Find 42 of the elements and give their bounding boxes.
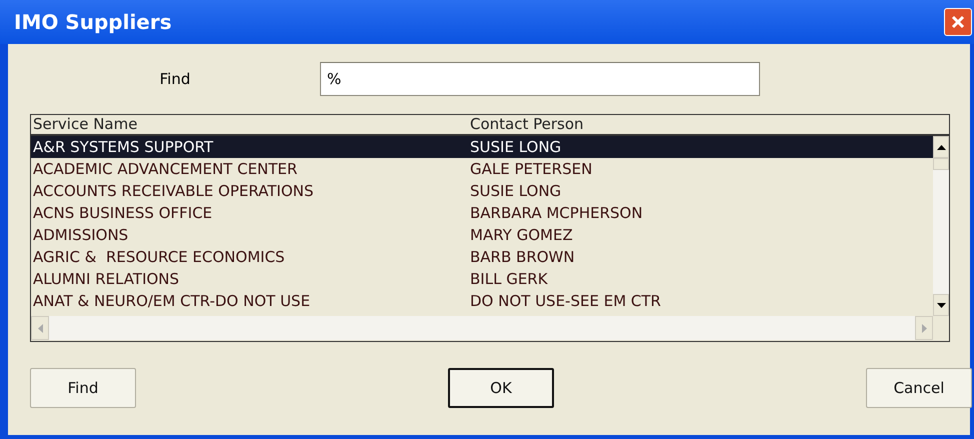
table-cell-text: GALE PETERSEN	[470, 159, 592, 180]
table-cell-text: ACADEMIC ADVANCEMENT CENTER	[32, 159, 298, 180]
list-row[interactable]: ANAT & NEURO/EM CTR-DO NOT USE DO NOT USE-SEE EM CTR	[31, 290, 933, 312]
list-row[interactable]: ACCOUNTS RECEIVABLE OPERATIONS SUSIE LONG	[31, 180, 933, 202]
column-header[interactable]: Service Name	[31, 115, 470, 134]
table-cell-text: MARY GOMEZ	[470, 225, 573, 246]
table-cell-text: ANAT & NEURO/EM CTR-DO NOT USE	[32, 291, 312, 312]
list-row[interactable]: ACADEMIC ADVANCEMENT CENTER GALE PETERSEN	[31, 158, 933, 180]
window-title: IMO Suppliers	[14, 10, 172, 34]
table-cell-text: BARBARA MCPHERSON	[470, 203, 643, 224]
dialog-button[interactable]: Cancel	[866, 368, 972, 408]
table-cell-text: ADMISSIONS	[32, 225, 130, 246]
right-arrow-icon	[922, 324, 926, 332]
left-arrow-icon	[38, 324, 42, 332]
find-label: Find	[158, 70, 192, 88]
table-cell-text: AGRIC & RESOURCE ECONOMICS	[32, 247, 286, 268]
list-row[interactable]: A&R SYSTEMS SUPPORT SUSIE LONG	[31, 136, 933, 158]
dialog-button[interactable]: OK	[448, 368, 554, 408]
scroll-thumb[interactable]	[933, 158, 949, 170]
close-button[interactable]	[944, 8, 972, 36]
table-cell-text: DO NOT USE-SEE EM CTR	[470, 291, 661, 312]
list-row[interactable]: ALUMNI RELATIONS BILL GERK	[31, 268, 933, 290]
find-field[interactable]: %	[320, 62, 760, 96]
table-cell-text: A&R SYSTEMS SUPPORT	[32, 137, 214, 158]
table-cell-text: BILL GERK	[470, 269, 548, 290]
list-row[interactable]: AGRIC & RESOURCE ECONOMICS BARB BROWN	[31, 246, 933, 268]
vertical-scrollbar[interactable]	[933, 136, 949, 316]
table-cell-text: ACCOUNTS RECEIVABLE OPERATIONS	[32, 181, 315, 202]
dialog-button[interactable]: Find	[30, 368, 136, 408]
table-cell-text: SUSIE LONG	[470, 137, 562, 158]
table-cell-text: BARB BROWN	[470, 247, 575, 268]
up-arrow-icon	[936, 144, 946, 150]
close-icon	[950, 14, 966, 30]
table-cell-text: SUSIE LONG	[470, 181, 562, 202]
table-cell-text: ACNS BUSINESS OFFICE	[32, 203, 214, 224]
horizontal-scrollbar[interactable]	[31, 316, 949, 340]
list-row[interactable]: ACNS BUSINESS OFFICE BARBARA MCPHERSON	[31, 202, 933, 224]
table-cell-text: ALUMNI RELATIONS	[32, 269, 180, 290]
column-header[interactable]: Contact Person	[470, 115, 584, 134]
scrollbar-corner	[933, 316, 949, 340]
down-arrow-icon	[936, 302, 946, 308]
list-row[interactable]: ADMISSIONS MARY GOMEZ	[31, 224, 933, 246]
